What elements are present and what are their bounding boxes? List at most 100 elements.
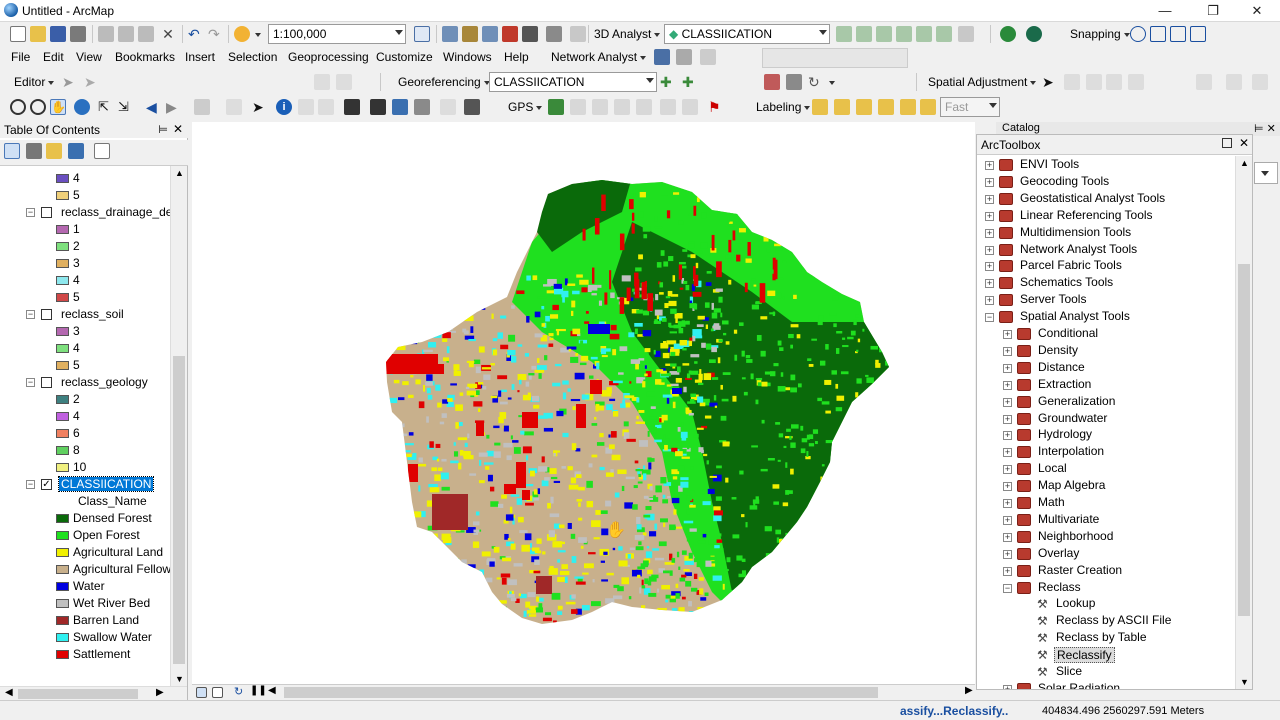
legend-swatch[interactable] (56, 650, 69, 659)
reshape-icon[interactable] (248, 74, 264, 90)
toolbox-item[interactable]: + Geostatistical Analyst Tools (977, 191, 1235, 208)
flag-icon[interactable]: ⚑ (708, 99, 724, 115)
toolset-item[interactable]: + Groundwater (977, 411, 1235, 428)
network-dataset-icon[interactable] (654, 49, 670, 65)
end-snap-icon[interactable] (1150, 26, 1166, 42)
point-icon[interactable] (172, 74, 188, 90)
copy-icon[interactable] (118, 26, 134, 42)
expand-icon[interactable]: + (1003, 363, 1012, 373)
new-document-icon[interactable] (10, 26, 26, 42)
layer-name[interactable]: reclass_soil (59, 307, 126, 321)
layout-view-icon[interactable] (212, 687, 223, 698)
tree-label[interactable]: Reclassify (1054, 647, 1115, 664)
select-elements-arrow-icon[interactable]: ➤ (252, 99, 268, 115)
collapse-icon[interactable]: − (985, 313, 994, 323)
toc-layer[interactable]: −reclass_drainage_dens (0, 204, 170, 221)
legend-swatch[interactable] (56, 616, 69, 625)
pause-labeling-icon[interactable] (900, 99, 916, 115)
gps-zoom-icon[interactable] (614, 99, 630, 115)
tree-label[interactable]: Distance (1036, 360, 1087, 374)
tree-label[interactable]: Lookup (1054, 596, 1097, 610)
globe-service-icon[interactable] (1026, 26, 1042, 42)
legend-swatch[interactable] (56, 412, 69, 421)
legend-swatch[interactable] (56, 548, 69, 557)
tree-label[interactable]: Schematics Tools (1018, 275, 1115, 289)
expand-icon[interactable]: + (1003, 566, 1012, 576)
catalog-location-combo[interactable] (1254, 162, 1278, 184)
expand-icon[interactable]: + (985, 161, 994, 170)
tree-label[interactable]: Raster Creation (1036, 563, 1124, 577)
toc-close-icon[interactable]: ✕ (173, 122, 183, 136)
expand-icon[interactable]: + (1003, 482, 1012, 492)
html-popup-icon[interactable] (318, 99, 334, 115)
add-data-icon[interactable] (234, 26, 250, 42)
zoom-to-link-icon[interactable] (706, 74, 722, 90)
collapse-icon[interactable]: − (1003, 583, 1012, 593)
redo-icon[interactable]: ↷ (208, 26, 224, 42)
cut-polygons-icon[interactable] (226, 74, 242, 90)
toolbox-item[interactable]: + ENVI Tools (977, 157, 1235, 174)
legend-class[interactable]: 4 (0, 272, 170, 289)
network-layer-combo[interactable] (762, 48, 908, 68)
legend-swatch[interactable] (56, 276, 69, 285)
point-snap-icon[interactable] (1130, 26, 1146, 42)
toc-layer[interactable]: − reclass_soil (0, 306, 170, 323)
toolbox-item[interactable]: + Linear Referencing Tools (977, 208, 1235, 225)
tree-label[interactable]: Solar Radiation (1036, 681, 1122, 689)
expand-icon[interactable]: + (1003, 515, 1012, 525)
select-link-icon[interactable]: ✚ (682, 74, 698, 90)
expand-icon[interactable]: + (985, 279, 994, 289)
3d-layer-combo[interactable]: ◆ CLASSIICATION (664, 24, 830, 44)
tool-item[interactable]: ⚒ Reclass by Table (977, 630, 1235, 647)
gps-current-icon[interactable] (660, 99, 676, 115)
tree-label[interactable]: Local (1036, 461, 1069, 475)
tool-item[interactable]: ⚒ Reclassify (977, 647, 1235, 664)
legend-class[interactable]: Barren Land (0, 612, 170, 629)
legend-swatch[interactable] (56, 327, 69, 336)
attribute-transfer-icon[interactable] (1252, 74, 1268, 90)
new-identity-link-icon[interactable] (1128, 74, 1144, 90)
menu-windows[interactable]: Windows (443, 50, 492, 64)
toolset-item[interactable]: + Neighborhood (977, 529, 1235, 546)
labeling-menu[interactable]: Labeling (756, 100, 811, 114)
list-by-visibility-icon[interactable] (46, 143, 62, 159)
toolbox-item[interactable]: + Server Tools (977, 292, 1235, 309)
tree-label[interactable]: Conditional (1036, 326, 1100, 340)
split-tool-icon[interactable] (206, 74, 222, 90)
layer-visibility-checkbox[interactable] (41, 207, 52, 218)
collapse-icon[interactable]: − (26, 480, 35, 489)
trace-icon[interactable] (150, 74, 166, 90)
view-unplaced-labels-icon[interactable] (920, 99, 936, 115)
undo-icon[interactable]: ↶ (188, 26, 204, 42)
create-viewer-window-icon[interactable] (464, 99, 480, 115)
straight-segment-icon[interactable] (108, 74, 124, 90)
toc-layer[interactable]: − ✓ CLASSIICATION (0, 476, 170, 493)
link-table-icon[interactable] (786, 74, 802, 90)
catalog-pin-close[interactable]: ⊨ ✕ (1254, 122, 1280, 136)
pin-icon[interactable]: ⊨ (158, 123, 168, 136)
legend-class[interactable]: 3 (0, 255, 170, 272)
interpolate-point-icon[interactable] (916, 26, 932, 42)
menu-customize[interactable]: Customize (376, 50, 433, 64)
scroll-right-icon[interactable]: ▶ (965, 685, 973, 696)
legend-class[interactable]: Open Forest (0, 527, 170, 544)
legend-class[interactable]: Agricultural Land (0, 544, 170, 561)
legend-class[interactable]: 2 (0, 391, 170, 408)
expand-icon[interactable]: + (985, 296, 994, 306)
tree-label[interactable]: Neighborhood (1036, 529, 1115, 543)
viewer-icon[interactable] (764, 74, 780, 90)
legend-swatch[interactable] (56, 582, 69, 591)
profile-graph-icon[interactable] (936, 26, 952, 42)
tree-label[interactable]: Hydrology (1036, 427, 1094, 441)
tree-label[interactable]: Density (1036, 343, 1080, 357)
cut-icon[interactable] (98, 26, 114, 42)
legend-class[interactable]: Swallow Water (0, 629, 170, 646)
snapping-menu[interactable]: Snapping (1070, 27, 1130, 41)
fixed-zoom-in-icon[interactable]: ⇱ (98, 99, 114, 115)
maximize-button[interactable]: ❐ (1190, 0, 1236, 22)
python-window-icon[interactable] (522, 26, 538, 42)
expand-icon[interactable]: + (1003, 380, 1012, 390)
sketch-properties-icon[interactable] (314, 74, 330, 90)
edit-annotation-icon[interactable]: ➤ (84, 74, 100, 90)
gps-options-icon[interactable] (682, 99, 698, 115)
